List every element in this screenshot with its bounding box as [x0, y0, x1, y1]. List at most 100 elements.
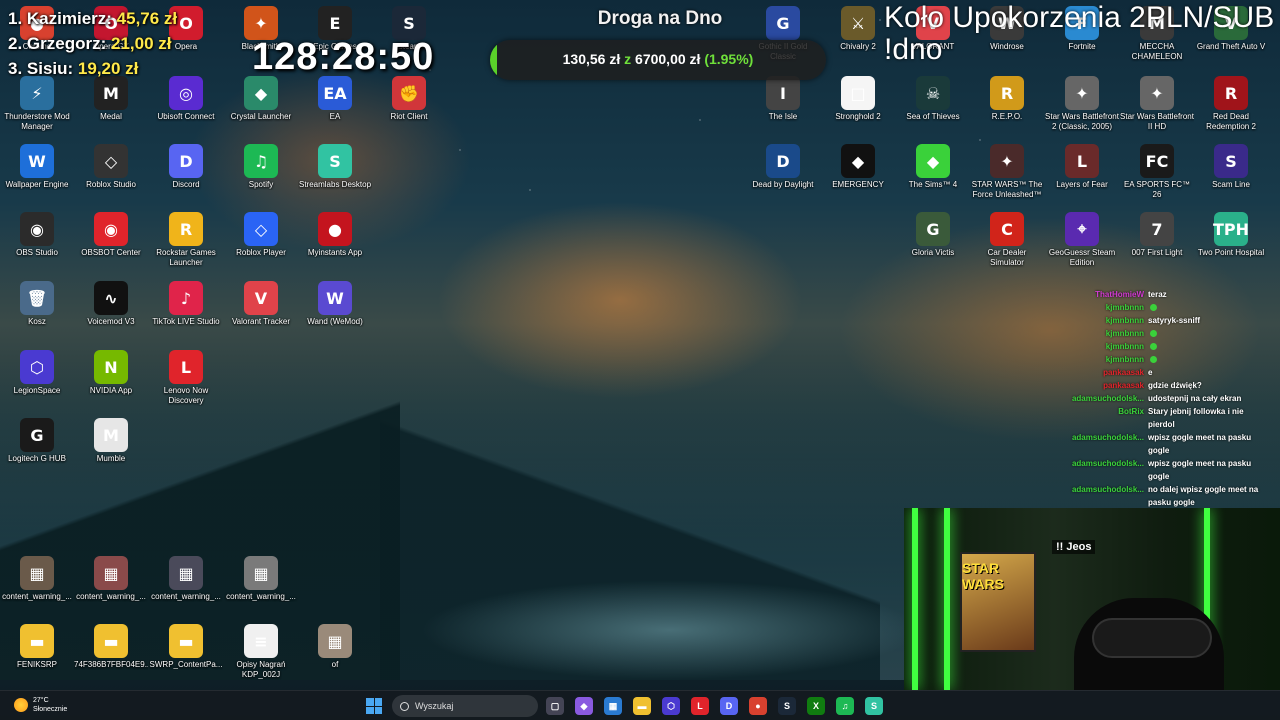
steam-icon[interactable]: S	[778, 697, 796, 715]
task-view-icon[interactable]: ▢	[546, 697, 564, 715]
chat-message: kjmnbnnn	[1054, 301, 1276, 314]
desktop-icon-of[interactable]: ▦ of	[298, 624, 372, 670]
desktop-icon-ea[interactable]: EA EA	[298, 76, 372, 122]
desktop-icon-content-warning[interactable]: ▦ content_warning_...	[224, 556, 298, 602]
goal-progress-text: 130,56 zł z 6700,00 zł (1.95%)	[562, 51, 754, 67]
desktop-icon-thunderstore-mod-manager[interactable]: ⚡ Thunderstore Mod Manager	[0, 76, 74, 132]
legionspace-icon[interactable]: ⬡	[662, 697, 680, 715]
desktop-icon-dead-by-daylight[interactable]: D Dead by Daylight	[746, 144, 820, 190]
desktop-icon-medal[interactable]: M Medal	[74, 76, 148, 122]
ea-icon: EA	[318, 76, 352, 110]
desktop-icon-geoguessr-steam-edition[interactable]: ⌖ GeoGuessr Steam Edition	[1045, 212, 1119, 268]
desktop-icon-stronghold-2[interactable]: □ Stronghold 2	[821, 76, 895, 122]
desktop-icon-the-sims-4[interactable]: ◆ The Sims™ 4	[896, 144, 970, 190]
lenovo-icon[interactable]: L	[691, 697, 709, 715]
sun-icon	[14, 698, 28, 712]
desktop-icon-007-first-light[interactable]: 7 007 First Light	[1120, 212, 1194, 258]
desktop-icon-riot-client[interactable]: ✊ Riot Client	[372, 76, 446, 122]
desktop-icon-roblox-studio[interactable]: ◇ Roblox Studio	[74, 144, 148, 190]
desktop-icon-label: Two Point Hospital	[1197, 248, 1265, 257]
desktop-icon-star-wars-battlefront-ii-hd[interactable]: ✦ Star Wars Battlefront II HD	[1120, 76, 1194, 132]
desktop-icon-legionspace[interactable]: ⬡ LegionSpace	[0, 350, 74, 396]
desktop-icon-star-wars-battlefront-2-classic-2005[interactable]: ✦ Star Wars Battlefront 2 (Classic, 2005)	[1045, 76, 1119, 132]
chat-text: teraz	[1148, 290, 1167, 299]
desktop-icon-car-dealer-simulator[interactable]: C Car Dealer Simulator	[970, 212, 1044, 268]
desktop-icon-wand-wemod[interactable]: W Wand (WeMod)	[298, 281, 372, 327]
chrome-icon[interactable]: ●	[749, 697, 767, 715]
desktop-icon-label: The Isle	[768, 112, 798, 121]
donation-goal-bar: 130,56 zł z 6700,00 zł (1.95%)	[490, 40, 826, 80]
desktop-icon-discord[interactable]: D Discord	[149, 144, 223, 190]
desktop-icon-kosz[interactable]: 🗑 Kosz	[0, 281, 74, 327]
weather-widget[interactable]: 27°C Słonecznie	[14, 696, 67, 714]
the-isle-icon: I	[766, 76, 800, 110]
desktop-icon-the-isle[interactable]: I The Isle	[746, 76, 820, 122]
desktop-icon-rockstar-games-launcher[interactable]: R Rockstar Games Launcher	[149, 212, 223, 268]
ubisoft-connect-icon: ◎	[169, 76, 203, 110]
discord-icon[interactable]: D	[720, 697, 738, 715]
desktop-icon-label: Roblox Player	[236, 248, 286, 257]
desktop-icon-swrp-contentpa[interactable]: ▬ SWRP_ContentPa...	[149, 624, 223, 670]
desktop-icon-content-warning[interactable]: ▦ content_warning_...	[0, 556, 74, 602]
desktop-icon-voicemod-v3[interactable]: ∿ Voicemod V3	[74, 281, 148, 327]
streamlabs-icon[interactable]: S	[865, 697, 883, 715]
desktop-icon-feniksrp[interactable]: ▬ FENIKSRP	[0, 624, 74, 670]
chat-text: wpisz gogle meet na pasku	[1148, 459, 1252, 468]
obsbot-center-icon: ◉	[94, 212, 128, 246]
chivalry-2-icon: ⚔	[841, 6, 875, 40]
desktop-icon-gloria-victis[interactable]: G Gloria Victis	[896, 212, 970, 258]
chat-text: pasku gogle	[1148, 498, 1195, 507]
chat-message: kjmnbnnn	[1054, 327, 1276, 340]
epic-games-icon: E	[318, 6, 352, 40]
desktop-icon-content-warning[interactable]: ▦ content_warning_...	[74, 556, 148, 602]
desktop-icon-label: Wallpaper Engine	[5, 180, 69, 189]
desktop-icon-obsbot-center[interactable]: ◉ OBSBOT Center	[74, 212, 148, 258]
store-icon[interactable]: ▦	[604, 697, 622, 715]
desktop-icon-obs-studio[interactable]: ◉ OBS Studio	[0, 212, 74, 258]
74f386b7fbf04e9-icon: ▬	[94, 624, 128, 658]
desktop-icon-content-warning[interactable]: ▦ content_warning_...	[149, 556, 223, 602]
start-button[interactable]	[366, 698, 382, 714]
search-box[interactable]: Wyszukaj	[392, 695, 538, 717]
desktop-icon-ubisoft-connect[interactable]: ◎ Ubisoft Connect	[149, 76, 223, 122]
desktop-icon-lenovo-now-discovery[interactable]: L Lenovo Now Discovery	[149, 350, 223, 406]
desktop-icon-nvidia-app[interactable]: N NVIDIA App	[74, 350, 148, 396]
chat-username: kjmnbnnn	[1105, 342, 1144, 351]
xbox-icon[interactable]: X	[807, 697, 825, 715]
desktop-icon-roblox-player[interactable]: ◇ Roblox Player	[224, 212, 298, 258]
desktop-icon-star-wars-the-force-unleashed[interactable]: ✦ STAR WARS™ The Force Unleashed™ ...	[970, 144, 1044, 200]
desktop-icon-scam-line[interactable]: S Scam Line	[1194, 144, 1268, 190]
desktop-icon-layers-of-fear[interactable]: L Layers of Fear	[1045, 144, 1119, 190]
desktop-icon-streamlabs-desktop[interactable]: S Streamlabs Desktop	[298, 144, 372, 190]
emote-icon	[1150, 330, 1157, 338]
desktop-icon-emergency[interactable]: ◆ EMERGENCY	[821, 144, 895, 190]
desktop-icon-myinstants-app[interactable]: ● Myinstants App	[298, 212, 372, 258]
desktop-icon-logitech-g-hub[interactable]: G Logitech G HUB	[0, 418, 74, 464]
desktop-icon-opisy-nagra-kdp-002j[interactable]: ≡ Opisy Nagrań KDP_002J	[224, 624, 298, 680]
desktop-icon-wallpaper-engine[interactable]: W Wallpaper Engine	[0, 144, 74, 190]
desktop-icon-two-point-hospital[interactable]: TPH Two Point Hospital	[1194, 212, 1268, 258]
desktop-icon-tiktok-live-studio[interactable]: ♪ TikTok LIVE Studio	[149, 281, 223, 327]
star-wars-the-force-unleashed-icon: ✦	[990, 144, 1024, 178]
desktop-icon-label: OBS Studio	[16, 248, 58, 257]
desktop-icon-label: The Sims™ 4	[908, 180, 958, 189]
desktop-icon-label: R.E.P.O.	[991, 112, 1023, 121]
desktop-icon-label: Layers of Fear	[1056, 180, 1108, 189]
desktop-icon-mumble[interactable]: M Mumble	[74, 418, 148, 464]
desktop-icon-74f386b7fbf04e9[interactable]: ▬ 74F386B7FBF04E9...	[74, 624, 148, 670]
chat-text: gogle	[1148, 446, 1170, 455]
desktop-icon-valorant-tracker[interactable]: V Valorant Tracker	[224, 281, 298, 327]
copilot-icon[interactable]: ◆	[575, 697, 593, 715]
desktop-icon-red-dead-redemption-2[interactable]: R Red Dead Redemption 2	[1194, 76, 1268, 132]
file-explorer-icon[interactable]: ▬	[633, 697, 651, 715]
desktop-icon-crystal-launcher[interactable]: ◆ Crystal Launcher	[224, 76, 298, 122]
desktop-icon-label: SWRP_ContentPa...	[149, 660, 223, 669]
desktop-icon-r-e-p-o[interactable]: R R.E.P.O.	[970, 76, 1044, 122]
dead-by-daylight-icon: D	[766, 144, 800, 178]
desktop-icon-sea-of-thieves[interactable]: ☠ Sea of Thieves	[896, 76, 970, 122]
desktop-icon-label: LegionSpace	[13, 386, 61, 395]
desktop-icon-ea-sports-fc-26[interactable]: FC EA SPORTS FC™ 26	[1120, 144, 1194, 200]
desktop-icon-spotify[interactable]: ♫ Spotify	[224, 144, 298, 190]
thunderstore-mod-manager-icon: ⚡	[20, 76, 54, 110]
spotify-icon[interactable]: ♫	[836, 697, 854, 715]
